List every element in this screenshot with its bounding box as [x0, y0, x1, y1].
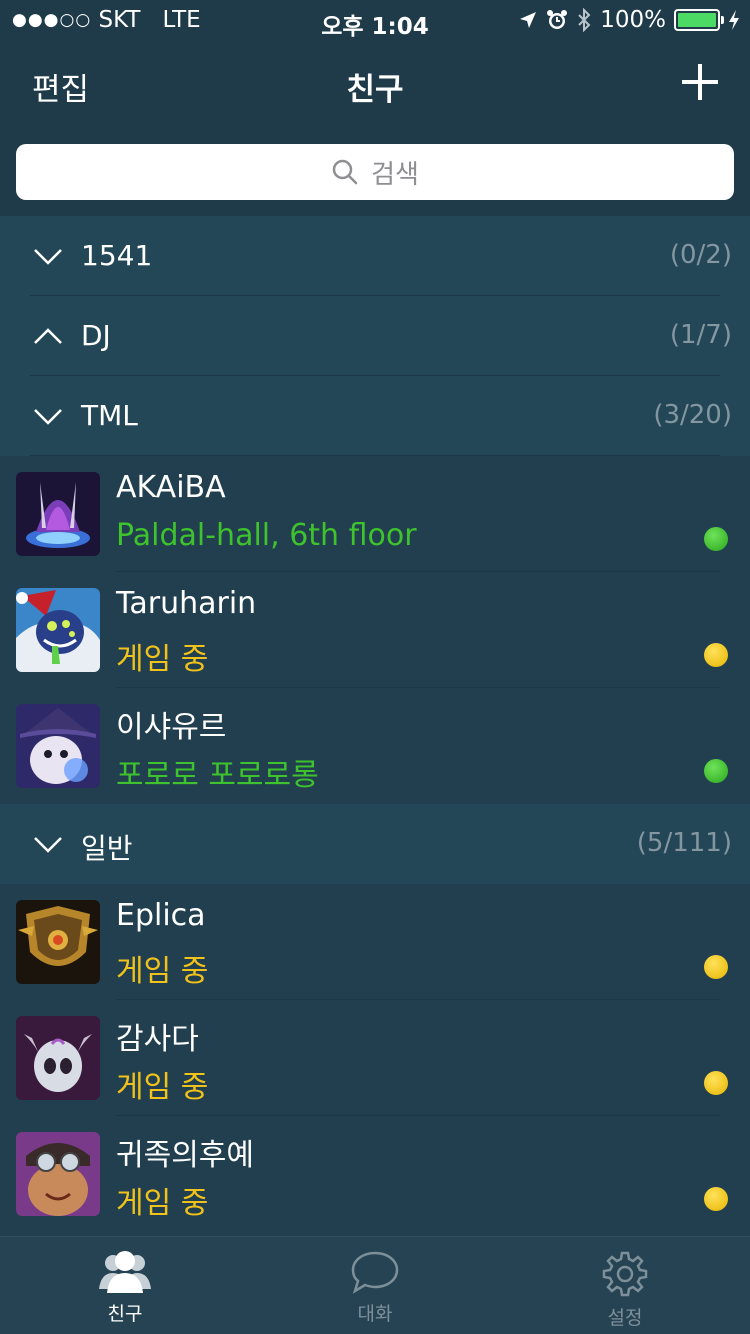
- bluetooth-icon: [578, 8, 591, 32]
- chevron-down-icon: [34, 249, 62, 265]
- group-name: 일반: [81, 832, 133, 865]
- group-count: (0/2): [669, 240, 732, 270]
- friends-icon: [99, 1251, 151, 1293]
- friend-status: 게임 중: [116, 1186, 209, 1221]
- group-header-dj[interactable]: DJ (1/7): [0, 296, 750, 376]
- chevron-down-icon: [34, 409, 62, 425]
- avatar: [16, 1016, 100, 1100]
- avatar: [16, 900, 100, 984]
- status-bar: ●●●○○ SKT LTE 오후 1:04 100%: [0, 0, 750, 40]
- group-header-tml[interactable]: TML (3/20): [0, 376, 750, 456]
- search-icon: [332, 159, 358, 185]
- group-count: (3/20): [653, 400, 732, 430]
- in-game-status-dot: [704, 1187, 728, 1211]
- friend-row[interactable]: Eplica 게임 중: [0, 884, 750, 1000]
- group-header-1541[interactable]: 1541 (0/2): [0, 216, 750, 296]
- online-status-dot: [704, 759, 728, 783]
- friend-status: 게임 중: [116, 954, 209, 989]
- navigation-bar: 편집 친구: [0, 40, 750, 128]
- friend-status: 포로로 포로로롱: [116, 758, 319, 793]
- group-count: (5/111): [636, 828, 732, 858]
- location-arrow-icon: [520, 12, 537, 28]
- group-name: 1541: [81, 239, 153, 272]
- charging-bolt-icon: [729, 10, 739, 30]
- gear-icon: [602, 1251, 648, 1297]
- avatar: [16, 1132, 100, 1216]
- chat-bubble-icon: [351, 1251, 399, 1294]
- group-count: (1/7): [669, 320, 732, 350]
- group-header-general[interactable]: 일반 (5/111): [0, 804, 750, 884]
- friend-status: Paldal-hall, 6th floor: [116, 518, 417, 553]
- group-name: DJ: [81, 319, 111, 352]
- tab-settings[interactable]: 설정: [500, 1237, 750, 1334]
- friend-status: 게임 중: [116, 642, 209, 677]
- friend-name: Eplica: [116, 898, 206, 933]
- group-name: TML: [81, 399, 138, 432]
- friend-name: Taruharin: [116, 586, 257, 621]
- friend-name: 이샤유르: [116, 710, 227, 745]
- tab-label: 대화: [357, 1303, 393, 1325]
- battery-icon: [674, 9, 724, 31]
- friend-name: 귀족의후예: [116, 1138, 254, 1173]
- friend-row[interactable]: 이샤유르 포로로 포로로롱: [0, 688, 750, 804]
- avatar: [16, 704, 100, 788]
- search-bar-container: 검색: [0, 128, 750, 216]
- online-status-dot: [704, 527, 728, 551]
- friend-row[interactable]: 귀족의후예 게임 중: [0, 1116, 750, 1232]
- chevron-up-icon: [34, 328, 62, 344]
- alarm-clock-icon: [547, 10, 568, 29]
- search-placeholder: 검색: [371, 159, 419, 190]
- tab-label: 친구: [107, 1303, 143, 1325]
- friend-row[interactable]: AKAiBA Paldal-hall, 6th floor: [0, 456, 750, 572]
- page-title: 친구: [346, 72, 404, 108]
- avatar: [16, 472, 100, 556]
- avatar: [16, 588, 100, 672]
- in-game-status-dot: [704, 643, 728, 667]
- search-input[interactable]: 검색: [16, 144, 734, 200]
- tab-label: 설정: [607, 1307, 643, 1329]
- friend-name: AKAiBA: [116, 470, 226, 505]
- friend-status: 게임 중: [116, 1070, 209, 1105]
- in-game-status-dot: [704, 1071, 728, 1095]
- chevron-down-icon: [34, 837, 62, 853]
- tab-bar: 친구 대화 설정: [0, 1236, 750, 1334]
- friend-row[interactable]: 감사다 게임 중: [0, 1000, 750, 1116]
- friend-row[interactable]: Taruharin 게임 중: [0, 572, 750, 688]
- friend-name: 감사다: [116, 1022, 199, 1057]
- plus-icon[interactable]: [680, 62, 720, 102]
- status-right: 100%: [518, 7, 740, 33]
- battery-percent: 100%: [600, 7, 666, 33]
- in-game-status-dot: [704, 955, 728, 979]
- tab-friends[interactable]: 친구: [0, 1237, 250, 1334]
- tab-chat[interactable]: 대화: [250, 1237, 500, 1334]
- friend-list[interactable]: 1541 (0/2) DJ (1/7) TML (3/20) AKAiBA Pa…: [0, 216, 750, 1236]
